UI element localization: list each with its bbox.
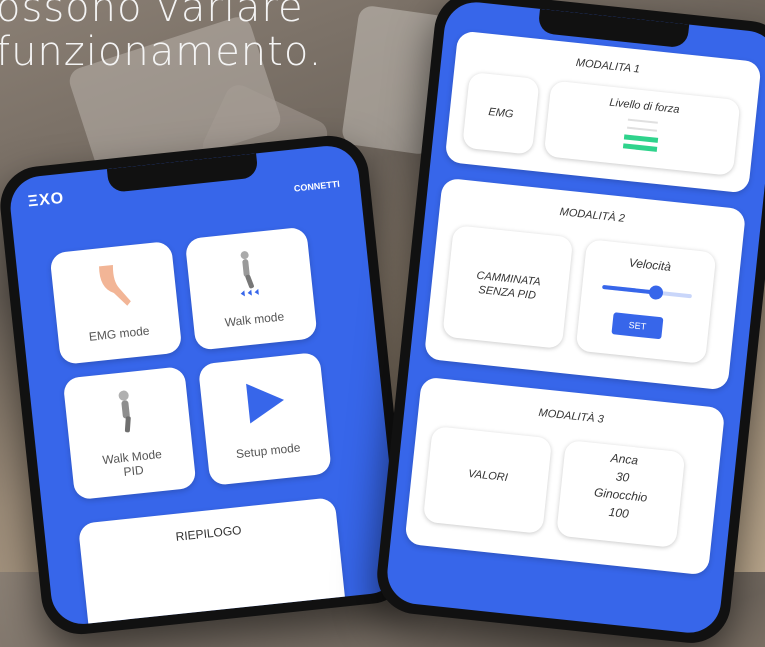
left-phone: ΞXO CONNETTI EMG mode Walk mode Walk Mod… bbox=[0, 131, 414, 639]
force-level-label: Livello di forza bbox=[608, 96, 681, 116]
right-phone-screen: MODALITA 1 EMG Livello di forza MODALITÀ… bbox=[384, 0, 765, 636]
values-label: VALORI bbox=[467, 467, 509, 485]
speed-label: Velocità bbox=[628, 255, 672, 274]
robot-leg-icon bbox=[118, 390, 131, 433]
set-button[interactable]: SET bbox=[611, 312, 664, 340]
tile-emg-mode[interactable]: EMG mode bbox=[49, 240, 183, 365]
tile-label: Walk mode bbox=[224, 309, 285, 330]
values-button[interactable]: VALORI bbox=[422, 425, 553, 534]
headline-line-1: ossono variare bbox=[0, 0, 304, 31]
force-level-bar-filled bbox=[623, 134, 659, 143]
summary-title: RIEPILOGO bbox=[174, 523, 243, 544]
emg-button[interactable]: EMG bbox=[462, 71, 540, 155]
play-icon bbox=[246, 383, 284, 424]
tile-label: Setup mode bbox=[235, 440, 302, 462]
tile-walk-mode[interactable]: Walk mode bbox=[184, 226, 318, 351]
summary-card: RIEPILOGO bbox=[77, 497, 347, 628]
emg-label: EMG bbox=[487, 106, 514, 121]
tile-label: EMG mode bbox=[88, 323, 151, 344]
walk-no-pid-button[interactable]: CAMMINATA SENZA PID bbox=[442, 225, 574, 349]
walking-robot-icon bbox=[240, 251, 259, 297]
force-level-panel: Livello di forza bbox=[543, 80, 741, 176]
tile-label: Walk Mode PID bbox=[101, 446, 163, 479]
right-phone: MODALITA 1 EMG Livello di forza MODALITÀ… bbox=[373, 0, 765, 647]
mode1-card: MODALITA 1 EMG Livello di forza bbox=[444, 30, 762, 194]
force-level-bar-empty bbox=[626, 126, 658, 132]
joint-values-panel: Anca 30 Ginocchio 100 bbox=[556, 439, 686, 548]
tile-walk-mode-pid[interactable]: Walk Mode PID bbox=[62, 366, 197, 501]
speed-slider-track[interactable] bbox=[602, 284, 693, 301]
force-level-bar-filled bbox=[622, 143, 658, 152]
force-level-bar-empty bbox=[627, 118, 658, 124]
left-phone-screen: ΞXO CONNETTI EMG mode Walk mode Walk Mod… bbox=[7, 142, 403, 628]
phone-notch bbox=[106, 153, 259, 193]
headline: ossono variare funzionamento. bbox=[0, 0, 322, 74]
mode3-card: MODALITÀ 3 VALORI Anca 30 Ginocchio 100 bbox=[404, 376, 726, 576]
tile-setup-mode[interactable]: Setup mode bbox=[197, 351, 332, 486]
speed-panel: Velocità SET bbox=[575, 239, 717, 365]
speed-slider-thumb[interactable] bbox=[648, 284, 664, 301]
connect-button[interactable]: CONNETTI bbox=[293, 179, 340, 194]
mode2-card: MODALITÀ 2 CAMMINATA SENZA PID Velocità … bbox=[423, 177, 747, 391]
headline-line-2: funzionamento. bbox=[0, 29, 323, 75]
app-logo: ΞXO bbox=[27, 189, 66, 211]
leg-icon bbox=[99, 264, 131, 306]
